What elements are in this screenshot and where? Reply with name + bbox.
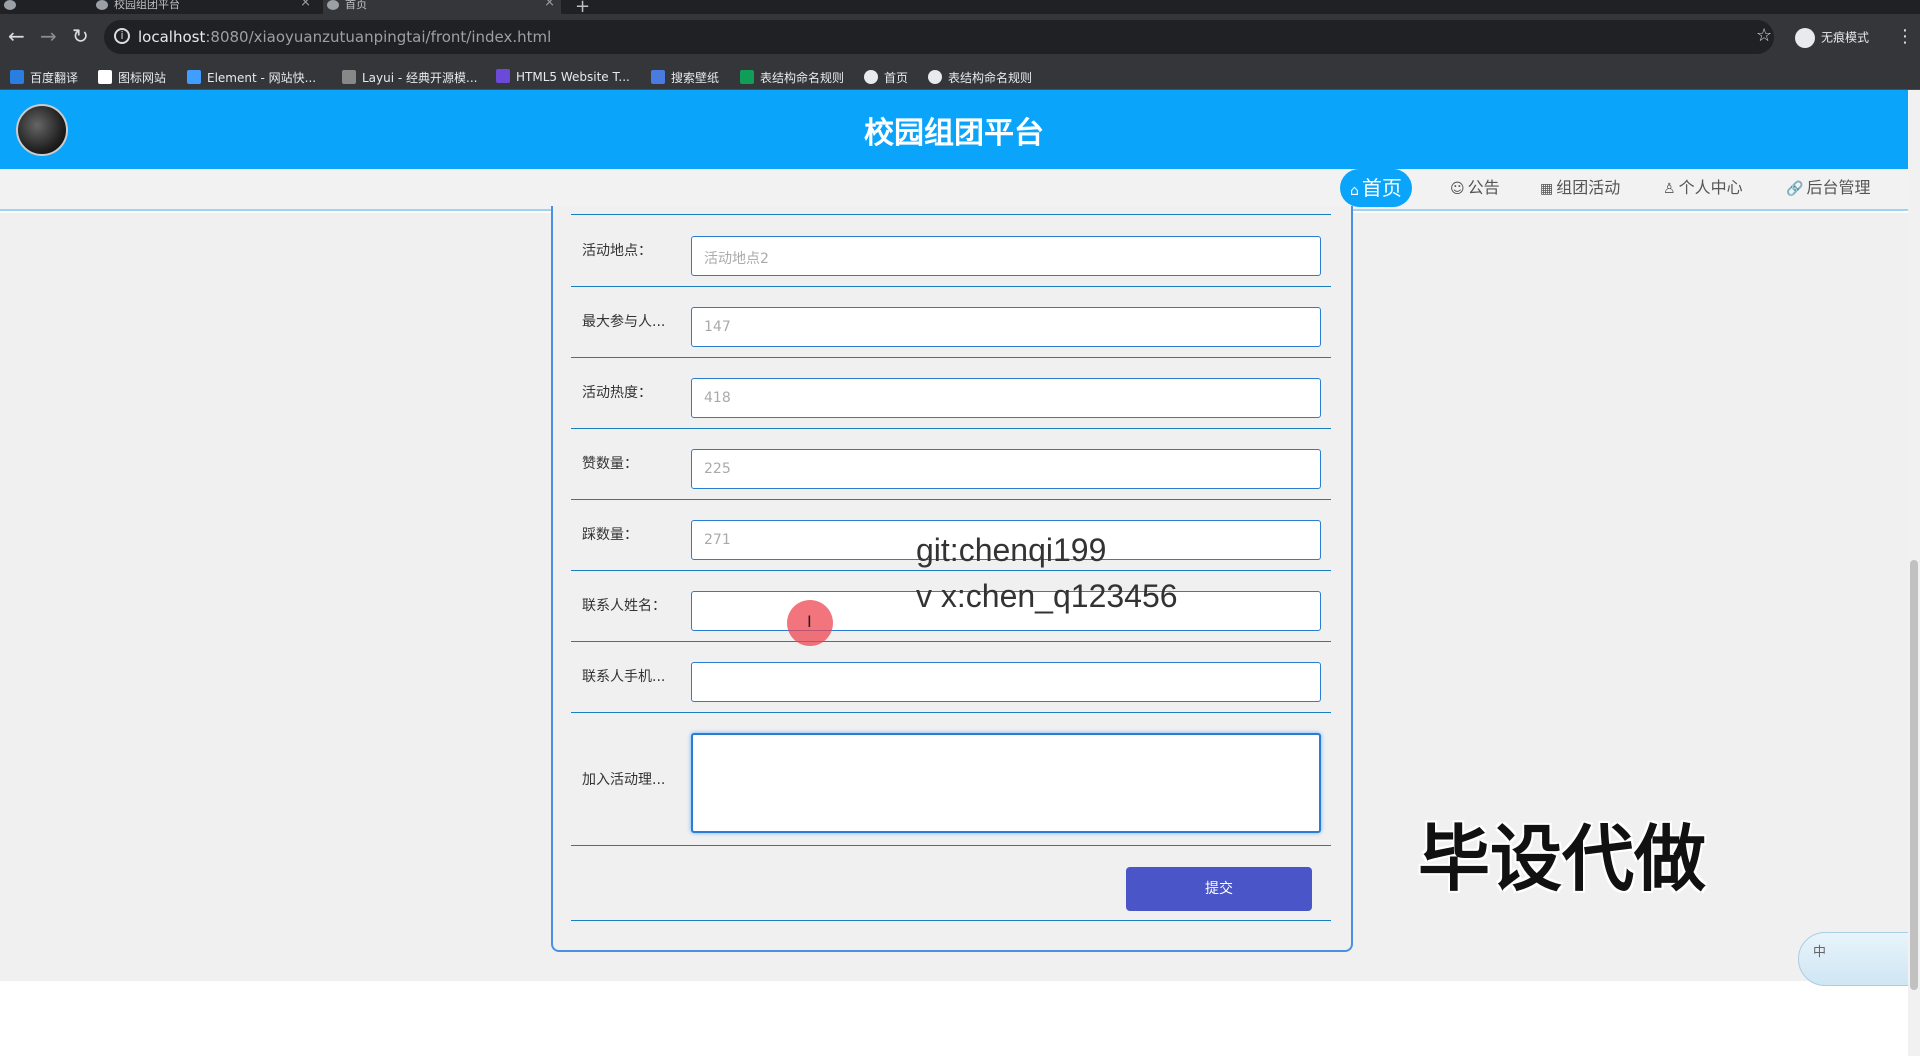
- browser-tab-2[interactable]: 首页 ×: [323, 0, 561, 14]
- popularity-input[interactable]: 418: [691, 378, 1321, 418]
- reload-icon[interactable]: ↻: [72, 26, 89, 46]
- scrollbar-thumb[interactable]: [1910, 560, 1918, 990]
- back-icon[interactable]: ←: [8, 26, 25, 46]
- nav-profile[interactable]: ♙ 个人中心: [1663, 177, 1743, 211]
- bookmark-item[interactable]: Layui - 经典开源模...: [342, 69, 477, 86]
- element-icon: [187, 70, 201, 84]
- info-icon[interactable]: i: [114, 28, 130, 44]
- browser-menu-icon[interactable]: [0, 0, 80, 14]
- layui-icon: [342, 70, 356, 84]
- forward-icon[interactable]: →: [40, 26, 57, 46]
- form-divider: [571, 357, 1331, 358]
- nav-group-activity[interactable]: ▦ 组团活动: [1540, 177, 1620, 211]
- bookmark-item[interactable]: 百度翻译: [10, 69, 78, 86]
- browser-tab-strip: 校园组团平台 × 首页 × +: [0, 0, 1920, 17]
- join-reason-label: 加入活动理...: [582, 772, 666, 788]
- form-divider: [571, 920, 1331, 921]
- nav-admin[interactable]: 🔗 后台管理: [1786, 177, 1870, 211]
- flag-icon: [98, 70, 112, 84]
- wallpaper-icon: [651, 70, 665, 84]
- globe-icon: [864, 70, 878, 84]
- nav-notice[interactable]: ☺ 公告: [1450, 177, 1500, 211]
- grid-icon: ▦: [1540, 181, 1554, 197]
- main-nav: ⌂ 首页 ☺ 公告 ▦ 组团活动 ♙ 个人中心 🔗 后台管理: [0, 169, 1908, 211]
- nav-home[interactable]: ⌂ 首页: [1340, 169, 1412, 207]
- incognito-icon: [1795, 28, 1815, 48]
- ime-label: 中: [1813, 945, 1827, 960]
- sheet-icon: [740, 70, 754, 84]
- bookmark-item[interactable]: 图标网站: [98, 69, 166, 86]
- globe-icon: [928, 70, 942, 84]
- max-participants-label: 最大参与人...: [582, 314, 666, 330]
- max-participants-input[interactable]: 147: [691, 307, 1321, 347]
- watermark-git: git:chenqi199: [916, 532, 1107, 568]
- form-divider: [571, 214, 1331, 215]
- bookmarks-bar: 百度翻译 图标网站 Element - 网站快... Layui - 经典开源模…: [0, 62, 1920, 90]
- watermark-vx: v x:chen_q123456: [916, 578, 1178, 614]
- incognito-indicator[interactable]: 无痕模式: [1795, 28, 1869, 48]
- home-icon: ⌂: [1350, 183, 1359, 199]
- ime-widget[interactable]: 中: [1798, 932, 1920, 986]
- location-label: 活动地点：: [582, 243, 652, 259]
- globe-icon: [327, 0, 339, 10]
- popularity-label: 活动热度：: [582, 385, 652, 401]
- browser-tab-1[interactable]: 校园组团平台 ×: [92, 0, 317, 14]
- text-cursor-icon: I: [807, 612, 812, 631]
- form-divider: [571, 286, 1331, 287]
- bookmark-item[interactable]: 首页: [864, 69, 908, 86]
- form-divider: [571, 499, 1331, 500]
- bookmark-item[interactable]: 表结构命名规则: [928, 69, 1032, 86]
- location-input[interactable]: 活动地点2: [691, 236, 1321, 276]
- dislikes-label: 踩数量：: [582, 527, 638, 543]
- bookmark-item[interactable]: 表结构命名规则: [740, 69, 844, 86]
- bookmark-item[interactable]: 搜索壁纸: [651, 69, 719, 86]
- bookmark-item[interactable]: Element - 网站快...: [187, 69, 316, 86]
- join-reason-textarea[interactable]: [691, 733, 1321, 833]
- form-divider: [571, 428, 1331, 429]
- submit-button[interactable]: 提交: [1126, 867, 1312, 911]
- tab-title: 首页: [345, 0, 367, 11]
- link-icon: 🔗: [1786, 181, 1804, 197]
- form-divider: [571, 712, 1331, 713]
- more-menu-icon[interactable]: ⋮: [1896, 26, 1914, 47]
- translate-icon: [10, 70, 24, 84]
- browser-toolbar: ← → ↻ i localhost:8080/xiaoyuanzutuanpin…: [0, 14, 1920, 62]
- contact-phone-label: 联系人手机...: [582, 669, 666, 685]
- likes-label: 赞数量：: [582, 456, 638, 472]
- contact-phone-input[interactable]: [691, 662, 1321, 702]
- notice-icon: ☺: [1450, 181, 1465, 197]
- site-header: 校园组团平台: [0, 90, 1908, 169]
- contact-name-label: 联系人姓名：: [582, 598, 666, 614]
- url-text[interactable]: localhost:8080/xiaoyuanzutuanpingtai/fro…: [138, 28, 551, 46]
- likes-input[interactable]: 225: [691, 449, 1321, 489]
- form-divider: [571, 570, 1331, 571]
- tab-title: 校园组团平台: [114, 0, 180, 11]
- address-bar[interactable]: i localhost:8080/xiaoyuanzutuanpingtai/f…: [104, 20, 1774, 54]
- html5-icon: [496, 69, 510, 83]
- close-tab-icon[interactable]: ×: [300, 0, 311, 9]
- close-tab-icon[interactable]: ×: [544, 0, 555, 9]
- bookmark-item[interactable]: HTML5 Website T...: [496, 69, 630, 84]
- site-title: 校园组团平台: [864, 116, 1044, 151]
- watermark-big: 毕设代做: [1418, 817, 1707, 901]
- bookmark-star-icon[interactable]: ☆: [1756, 25, 1772, 46]
- form-divider: [571, 845, 1331, 846]
- form-divider: [571, 641, 1331, 642]
- vue-icon: [96, 0, 108, 10]
- user-icon: ♙: [1663, 181, 1676, 197]
